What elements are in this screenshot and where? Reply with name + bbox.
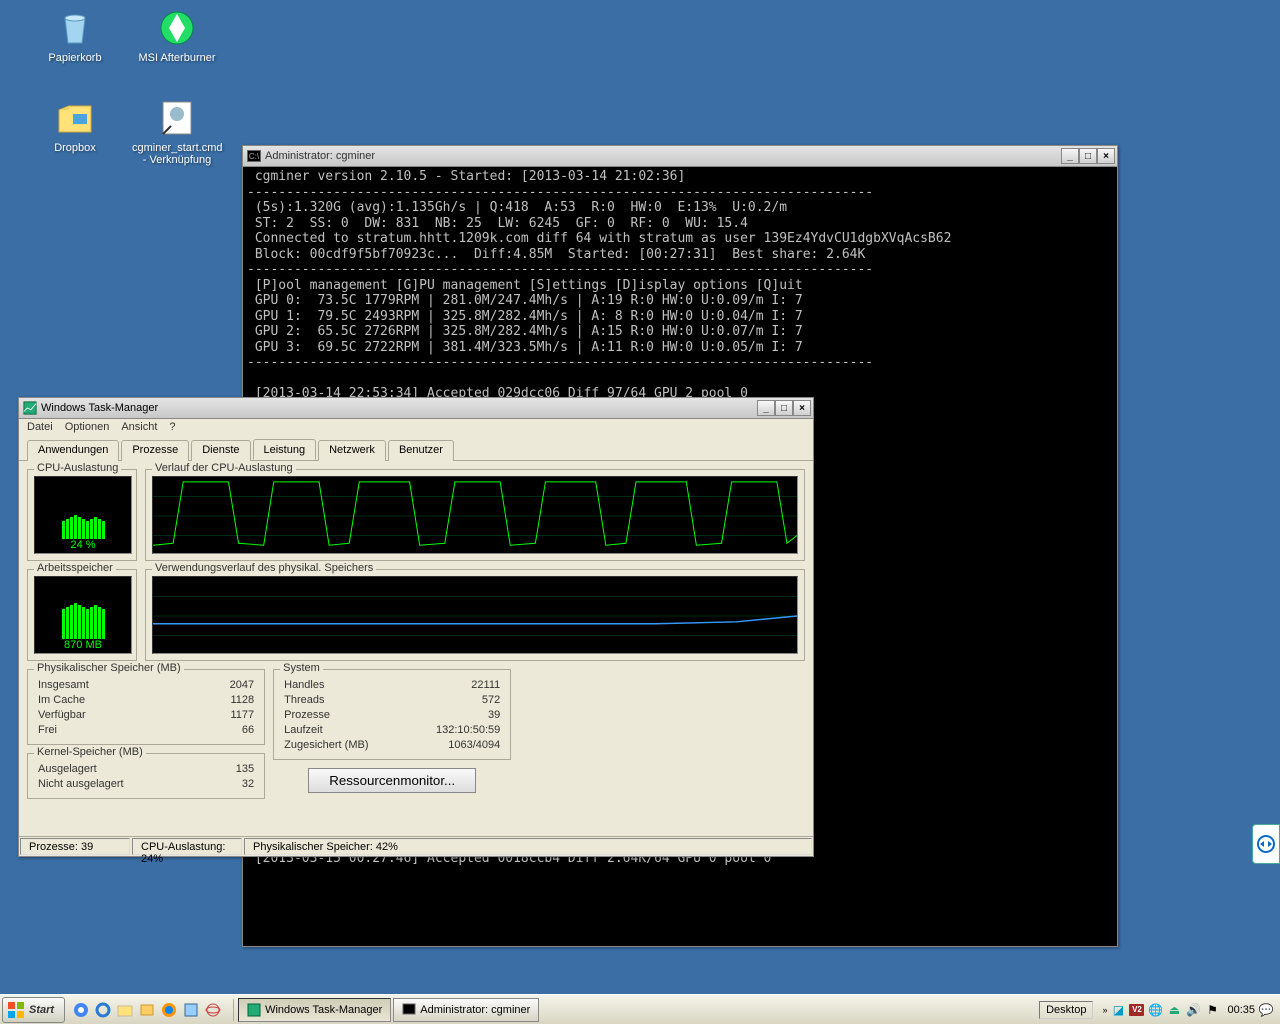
stat-line: Frei66 xyxy=(38,723,254,738)
kernel-memory-group: Kernel-Speicher (MB) Ausgelagert135Nicht… xyxy=(27,753,265,799)
desktop-icon-dropbox[interactable]: Dropbox xyxy=(30,98,120,154)
cmd-icon: C:\ xyxy=(247,150,261,162)
taskmgr-icon xyxy=(23,401,37,415)
taskbar: Start Windows Task-ManagerAdministrator:… xyxy=(0,994,1280,1024)
taskmgr-tabs: AnwendungenProzesseDiensteLeistungNetzwe… xyxy=(19,435,813,461)
menu-?[interactable]: ? xyxy=(169,421,175,433)
menu-datei[interactable]: Datei xyxy=(27,421,53,433)
stat-line: Handles22111 xyxy=(284,678,500,693)
console-title-text: Administrator: cgminer xyxy=(265,150,375,162)
close-button[interactable]: × xyxy=(1097,148,1115,164)
tab-anwendungen[interactable]: Anwendungen xyxy=(27,440,119,461)
tab-leistung[interactable]: Leistung xyxy=(253,439,317,460)
memory-usage-meter: Arbeitsspeicher 870 MB xyxy=(27,569,137,661)
system-group: System Handles22111Threads572Prozesse39L… xyxy=(273,669,511,760)
desktop-icon-cgminer-shortcut[interactable]: cgminer_start.cmd - Verknüpfung xyxy=(132,98,222,166)
maximize-button[interactable]: □ xyxy=(1079,148,1097,164)
tray-app-icon[interactable]: ◪ xyxy=(1110,1002,1126,1018)
dropbox-icon xyxy=(55,98,95,138)
stat-line: Laufzeit132:10:50:59 xyxy=(284,723,500,738)
desktop-icon-recycle-bin[interactable]: Papierkorb xyxy=(30,8,120,64)
menu-ansicht[interactable]: Ansicht xyxy=(121,421,157,433)
cmd-file-icon xyxy=(157,98,197,138)
system-tray: Desktop » ◪ V2 🌐 ⏏ 🔊 ⚑ 00:35 💬 xyxy=(1039,1001,1278,1019)
tray-balloon-icon[interactable]: 💬 xyxy=(1258,1002,1274,1018)
tray-vnc-icon[interactable]: V2 xyxy=(1129,1004,1144,1016)
desktop-icon-msi-afterburner[interactable]: MSI Afterburner xyxy=(132,8,222,64)
maximize-button[interactable]: □ xyxy=(775,400,793,416)
recycle-bin-icon xyxy=(55,8,95,48)
tray-network-icon[interactable]: 🌐 xyxy=(1147,1002,1163,1018)
cpu-usage-meter: CPU-Auslastung 24 % xyxy=(27,469,137,561)
stat-line: Verfügbar1177 xyxy=(38,708,254,723)
desktop-toolbar[interactable]: Desktop xyxy=(1039,1001,1093,1019)
taskbar-task[interactable]: Administrator: cgminer xyxy=(393,998,539,1022)
stat-line: Ausgelagert135 xyxy=(38,762,254,777)
minimize-button[interactable]: _ xyxy=(1061,148,1079,164)
windows-logo-icon xyxy=(7,1001,25,1019)
firefox-icon[interactable] xyxy=(159,1000,179,1020)
stat-line: Nicht ausgelagert32 xyxy=(38,777,254,792)
show-desktop-icon[interactable] xyxy=(181,1000,201,1020)
status-cell: Prozesse: 39 xyxy=(20,838,130,855)
taskmgr-title-text: Windows Task-Manager xyxy=(41,402,158,414)
tab-prozesse[interactable]: Prozesse xyxy=(121,440,189,461)
start-button[interactable]: Start xyxy=(2,997,65,1023)
explorer-icon[interactable] xyxy=(115,1000,135,1020)
taskbar-task[interactable]: Windows Task-Manager xyxy=(238,998,391,1022)
status-cell: Physikalischer Speicher: 42% xyxy=(244,838,812,855)
resource-monitor-button[interactable]: Ressourcenmonitor... xyxy=(308,768,476,793)
taskmgr-titlebar[interactable]: Windows Task-Manager _ □ × xyxy=(19,398,813,419)
close-button[interactable]: × xyxy=(793,400,811,416)
stat-line: Im Cache1128 xyxy=(38,693,254,708)
taskmgr-statusbar: Prozesse: 39CPU-Auslastung: 24%Physikali… xyxy=(19,836,813,856)
stat-line: Prozesse39 xyxy=(284,708,500,723)
quicklaunch xyxy=(71,1000,223,1020)
stat-line: Zugesichert (MB)1063/4094 xyxy=(284,738,500,753)
msi-icon xyxy=(157,8,197,48)
atomic-icon[interactable] xyxy=(203,1000,223,1020)
tray-volume-icon[interactable]: 🔊 xyxy=(1185,1002,1201,1018)
teamviewer-tab[interactable] xyxy=(1252,824,1280,864)
menu-optionen[interactable]: Optionen xyxy=(65,421,110,433)
outlook-icon[interactable] xyxy=(137,1000,157,1020)
tray-flag-icon[interactable]: ⚑ xyxy=(1204,1002,1220,1018)
status-cell: CPU-Auslastung: 24% xyxy=(132,838,242,855)
cpu-history-graph: Verlauf der CPU-Auslastung xyxy=(145,469,805,561)
minimize-button[interactable]: _ xyxy=(757,400,775,416)
task-manager-window[interactable]: Windows Task-Manager _ □ × Datei Optionen… xyxy=(18,397,814,857)
console-titlebar[interactable]: C:\ Administrator: cgminer _ □ × xyxy=(243,146,1117,167)
tab-netzwerk[interactable]: Netzwerk xyxy=(318,440,386,461)
task-icon xyxy=(402,1003,416,1017)
physical-memory-group: Physikalischer Speicher (MB) Insgesamt20… xyxy=(27,669,265,745)
tab-benutzer[interactable]: Benutzer xyxy=(388,440,454,461)
taskmgr-menubar: Datei Optionen Ansicht? xyxy=(19,419,813,435)
chrome-icon[interactable] xyxy=(71,1000,91,1020)
tray-expand-icon[interactable]: » xyxy=(1102,1005,1107,1015)
taskbar-clock[interactable]: 00:35 xyxy=(1227,1004,1255,1016)
ie-icon[interactable] xyxy=(93,1000,113,1020)
tab-dienste[interactable]: Dienste xyxy=(191,440,250,461)
task-icon xyxy=(247,1003,261,1017)
stat-line: Threads572 xyxy=(284,693,500,708)
memory-history-graph: Verwendungsverlauf des physikal. Speiche… xyxy=(145,569,805,661)
tray-eject-icon[interactable]: ⏏ xyxy=(1166,1002,1182,1018)
teamviewer-icon xyxy=(1256,834,1276,854)
stat-line: Insgesamt2047 xyxy=(38,678,254,693)
